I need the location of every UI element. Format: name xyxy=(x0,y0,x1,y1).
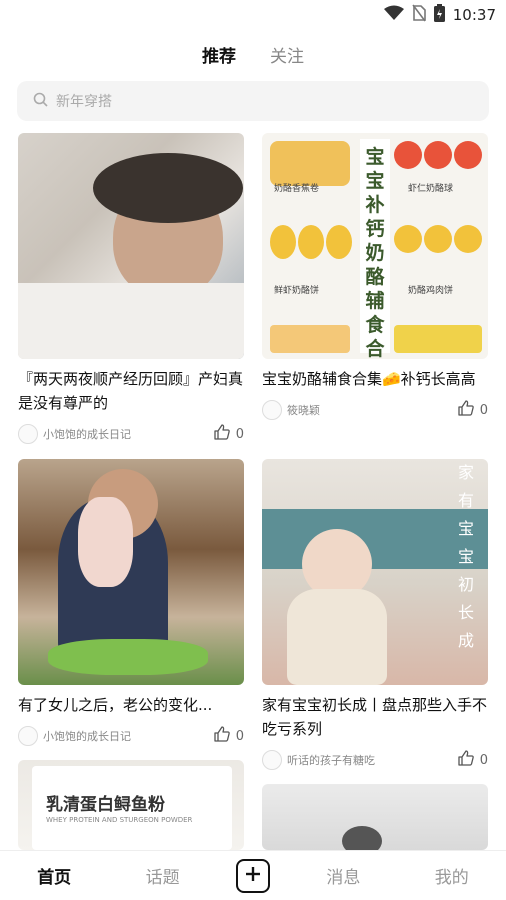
avatar[interactable] xyxy=(18,424,38,444)
food-label: 鲜虾奶酪饼 xyxy=(274,286,320,296)
sofa-shape xyxy=(262,509,488,569)
nav-messages[interactable]: 消息 xyxy=(308,863,378,888)
blanket-shape xyxy=(18,283,244,359)
top-tabs: 推荐 关注 xyxy=(0,40,506,70)
food-shape xyxy=(394,325,482,353)
like-button[interactable]: 0 xyxy=(457,749,488,771)
food-shape xyxy=(270,325,350,353)
card-title[interactable]: 『两天两夜顺产经历回顾』产妇真是没有尊严的 xyxy=(18,367,244,415)
thumb-up-icon xyxy=(213,423,231,445)
author-name[interactable]: 筱晓颖 xyxy=(287,402,457,418)
status-time: 10:37 xyxy=(452,6,496,24)
food-shape xyxy=(298,225,324,259)
food-shape xyxy=(424,141,452,169)
card-image[interactable] xyxy=(18,133,244,359)
feed-card[interactable]: 家有宝宝初长成 家有宝宝初长成丨盘点那些入手不吃亏系列 听话的孩子有糖吃 0 xyxy=(262,459,488,771)
wifi-icon xyxy=(383,5,404,25)
status-icons: 10:37 xyxy=(383,4,496,26)
food-shape xyxy=(270,141,350,186)
thumb-up-icon xyxy=(457,749,475,771)
tab-following[interactable]: 关注 xyxy=(270,40,304,70)
like-count: 0 xyxy=(235,728,244,744)
food-label: 虾仁奶酪球 xyxy=(408,184,454,194)
food-label: 奶酪鸡肉饼 xyxy=(408,286,454,296)
nav-home[interactable]: 首页 xyxy=(19,863,89,888)
avatar[interactable] xyxy=(262,400,282,420)
food-label: 奶酪香蕉卷 xyxy=(274,184,320,194)
bottom-nav: 首页 话题 消息 我的 xyxy=(0,850,506,900)
card-title[interactable]: 宝宝奶酪辅食合集🧀补钙长高高 xyxy=(262,367,488,391)
plus-icon xyxy=(244,865,262,887)
avatar[interactable] xyxy=(18,726,38,746)
battery-icon xyxy=(433,4,445,26)
card-title[interactable]: 家有宝宝初长成丨盘点那些入手不吃亏系列 xyxy=(262,693,488,741)
author-name[interactable]: 听话的孩子有糖吃 xyxy=(287,752,457,768)
search-input[interactable]: 新年穿搭 xyxy=(17,81,489,121)
like-count: 0 xyxy=(479,752,488,768)
like-button[interactable]: 0 xyxy=(213,725,244,747)
card-image[interactable] xyxy=(262,784,488,850)
image-vertical-text: 家有宝宝初长成 xyxy=(457,463,474,650)
feed-card[interactable]: 有了女儿之后，老公的变化... 小饱饱的成长日记 0 xyxy=(18,459,244,747)
nav-topics[interactable]: 话题 xyxy=(128,863,198,888)
feed-card[interactable]: 乳清蛋白鲟鱼粉 WHEY PROTEIN AND STURGEON POWDER xyxy=(18,760,244,850)
card-image[interactable]: 奶酪香蕉卷 虾仁奶酪球 鲜虾奶酪饼 奶酪鸡肉饼 宝宝补钙奶酪辅食合集 xyxy=(262,133,488,359)
author-name[interactable]: 小饱饱的成长日记 xyxy=(43,728,213,744)
nav-profile[interactable]: 我的 xyxy=(417,863,487,888)
feed-card[interactable] xyxy=(262,784,488,850)
image-title-text: 宝宝补钙奶酪辅食合集 xyxy=(360,139,390,359)
food-shape xyxy=(270,225,296,259)
baby-body-shape xyxy=(287,589,387,685)
add-post-button[interactable] xyxy=(235,858,270,893)
search-placeholder: 新年穿搭 xyxy=(56,94,112,110)
baby-shape xyxy=(78,497,133,587)
card-meta: 小饱饱的成长日记 0 xyxy=(18,423,244,445)
food-shape xyxy=(454,225,482,253)
vegetables-shape xyxy=(48,639,208,675)
author-name[interactable]: 小饱饱的成长日记 xyxy=(43,426,213,442)
card-image[interactable]: 家有宝宝初长成 xyxy=(262,459,488,685)
like-button[interactable]: 0 xyxy=(457,399,488,421)
thumb-up-icon xyxy=(457,399,475,421)
feed-card[interactable]: 『两天两夜顺产经历回顾』产妇真是没有尊严的 小饱饱的成长日记 0 xyxy=(18,133,244,445)
like-count: 0 xyxy=(479,402,488,418)
food-shape xyxy=(326,225,352,259)
object-shape xyxy=(342,826,382,850)
no-sim-icon xyxy=(412,4,426,26)
card-title[interactable]: 有了女儿之后，老公的变化... xyxy=(18,693,244,717)
like-button[interactable]: 0 xyxy=(213,423,244,445)
hair-shape xyxy=(93,153,243,223)
avatar[interactable] xyxy=(262,750,282,770)
thumb-up-icon xyxy=(213,725,231,747)
card-meta: 小饱饱的成长日记 0 xyxy=(18,725,244,747)
food-shape xyxy=(394,225,422,253)
tab-recommended[interactable]: 推荐 xyxy=(202,40,236,70)
like-count: 0 xyxy=(235,426,244,442)
food-shape xyxy=(424,225,452,253)
card-image[interactable]: 乳清蛋白鲟鱼粉 WHEY PROTEIN AND STURGEON POWDER xyxy=(18,760,244,850)
card-image[interactable] xyxy=(18,459,244,685)
card-meta: 听话的孩子有糖吃 0 xyxy=(262,749,488,771)
status-bar: 10:37 xyxy=(0,0,506,30)
food-shape xyxy=(394,141,422,169)
feed-card[interactable]: 奶酪香蕉卷 虾仁奶酪球 鲜虾奶酪饼 奶酪鸡肉饼 宝宝补钙奶酪辅食合集 宝宝奶酪辅… xyxy=(262,133,488,421)
food-shape xyxy=(454,141,482,169)
product-subtitle-text: WHEY PROTEIN AND STURGEON POWDER xyxy=(46,816,193,824)
search-icon xyxy=(33,92,48,111)
card-meta: 筱晓颖 0 xyxy=(262,399,488,421)
product-title-text: 乳清蛋白鲟鱼粉 xyxy=(46,795,165,815)
